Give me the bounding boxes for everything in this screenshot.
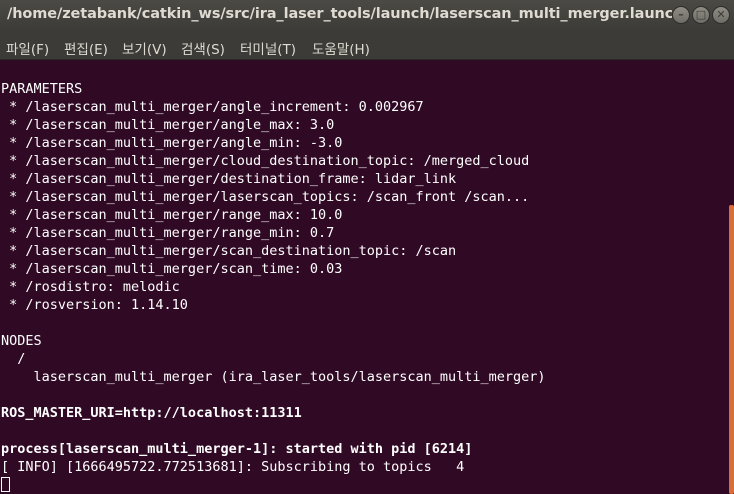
terminal-output[interactable]: PARAMETERS * /laserscan_multi_merger/ang… [0,60,728,494]
terminal-line: [ INFO] [1666495722.772513681]: Subscrib… [1,459,465,475]
menu-bar: 파일(F) 편집(E) 보기(V) 검색(S) 터미널(T) 도움말(H) [0,31,734,60]
terminal-line: * /laserscan_multi_merger/destination_fr… [1,171,457,187]
terminal-line: / [1,351,26,367]
terminal-line: ROS_MASTER_URI=http://localhost:11311 [1,405,302,421]
terminal-line: * /laserscan_multi_merger/angle_incremen… [1,99,424,115]
terminal-line: * /laserscan_multi_merger/laserscan_topi… [1,189,530,205]
terminal-line: * /laserscan_multi_merger/angle_max: 3.0 [1,117,335,133]
title-bar[interactable]: /home/zetabank/catkin_ws/src/ira_laser_t… [0,0,734,31]
terminal-line: NODES [1,333,42,349]
terminal-window: /home/zetabank/catkin_ws/src/ira_laser_t… [0,0,734,494]
minimize-icon: – [678,8,684,21]
terminal-line: PARAMETERS [1,81,83,97]
terminal-line: * /rosdistro: melodic [1,279,180,295]
terminal-line: * /laserscan_multi_merger/cloud_destinat… [1,153,530,169]
close-button[interactable]: ✕ [712,6,730,24]
minimize-button[interactable]: – [672,6,690,24]
terminal-line: * /laserscan_multi_merger/scan_time: 0.0… [1,261,343,277]
window-title: /home/zetabank/catkin_ws/src/ira_laser_t… [7,6,672,22]
scrollbar-thumb[interactable] [729,205,734,494]
terminal-line: * /laserscan_multi_merger/scan_destinati… [1,243,457,259]
menu-terminal[interactable]: 터미널(T) [240,38,296,58]
terminal-line: * /laserscan_multi_merger/angle_min: -3.… [1,135,343,151]
maximize-button[interactable]: □ [692,6,710,24]
terminal-cursor [1,477,10,492]
menu-edit[interactable]: 편집(E) [64,38,108,58]
maximize-icon: □ [695,8,707,21]
menu-search[interactable]: 검색(S) [181,38,225,58]
terminal-line: * /rosversion: 1.14.10 [1,297,188,313]
menu-file[interactable]: 파일(F) [6,38,49,58]
terminal-line: laserscan_multi_merger (ira_laser_tools/… [1,369,546,385]
terminal-line: * /laserscan_multi_merger/range_max: 10.… [1,207,343,223]
terminal-line: process[laserscan_multi_merger-1]: start… [1,441,473,457]
scrollbar[interactable] [728,60,734,494]
close-icon: ✕ [716,8,726,21]
menu-view[interactable]: 보기(V) [122,38,167,58]
cursor-line [0,476,728,494]
menu-help[interactable]: 도움말(H) [312,38,370,58]
terminal-line: * /laserscan_multi_merger/range_min: 0.7 [1,225,335,241]
